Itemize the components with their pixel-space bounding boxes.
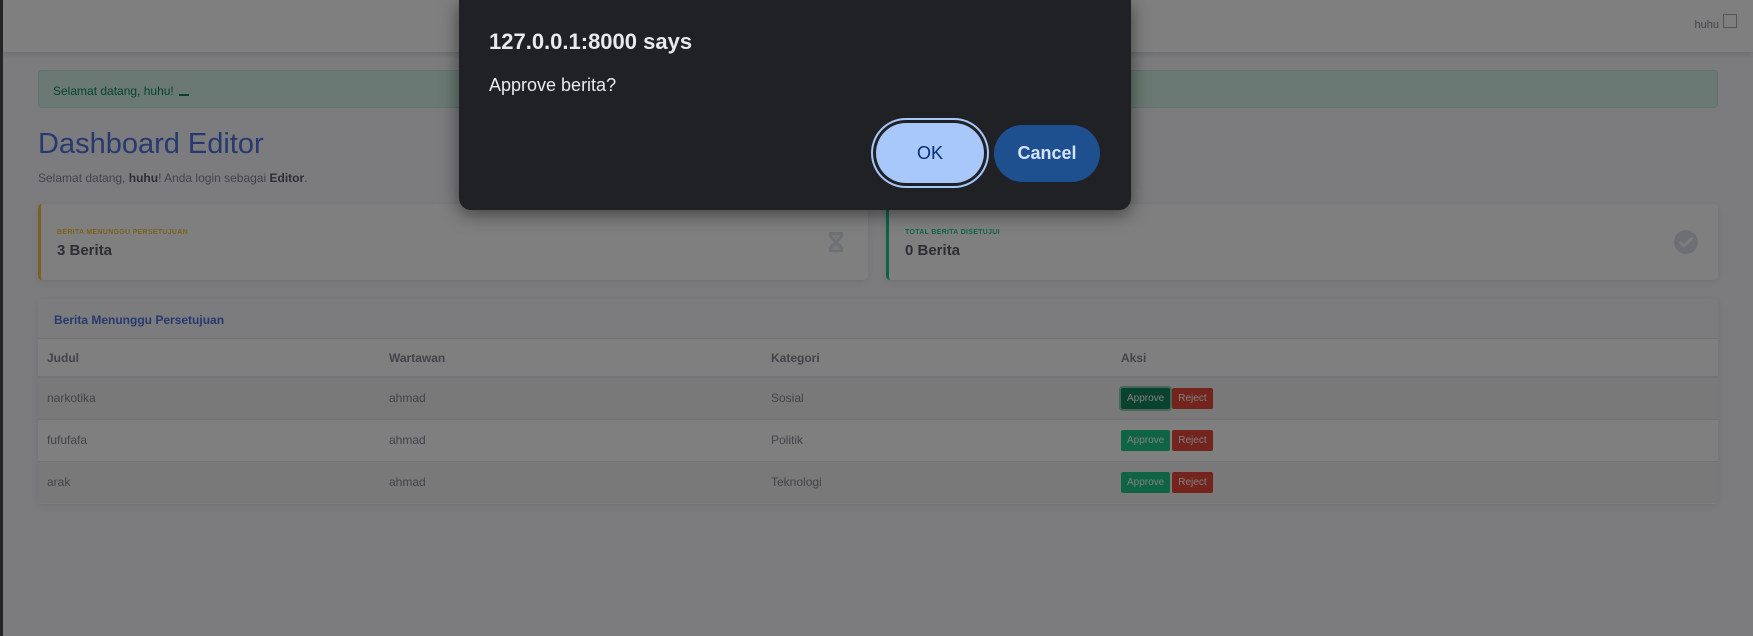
cancel-button[interactable]: Cancel — [994, 125, 1100, 182]
ok-button[interactable]: OK — [876, 123, 984, 183]
dialog-message: Approve berita? — [489, 75, 617, 95]
dialog-title: 127.0.0.1:8000 says — [489, 29, 693, 54]
confirm-dialog: 127.0.0.1:8000 says Approve berita? OK C… — [459, 0, 1131, 210]
